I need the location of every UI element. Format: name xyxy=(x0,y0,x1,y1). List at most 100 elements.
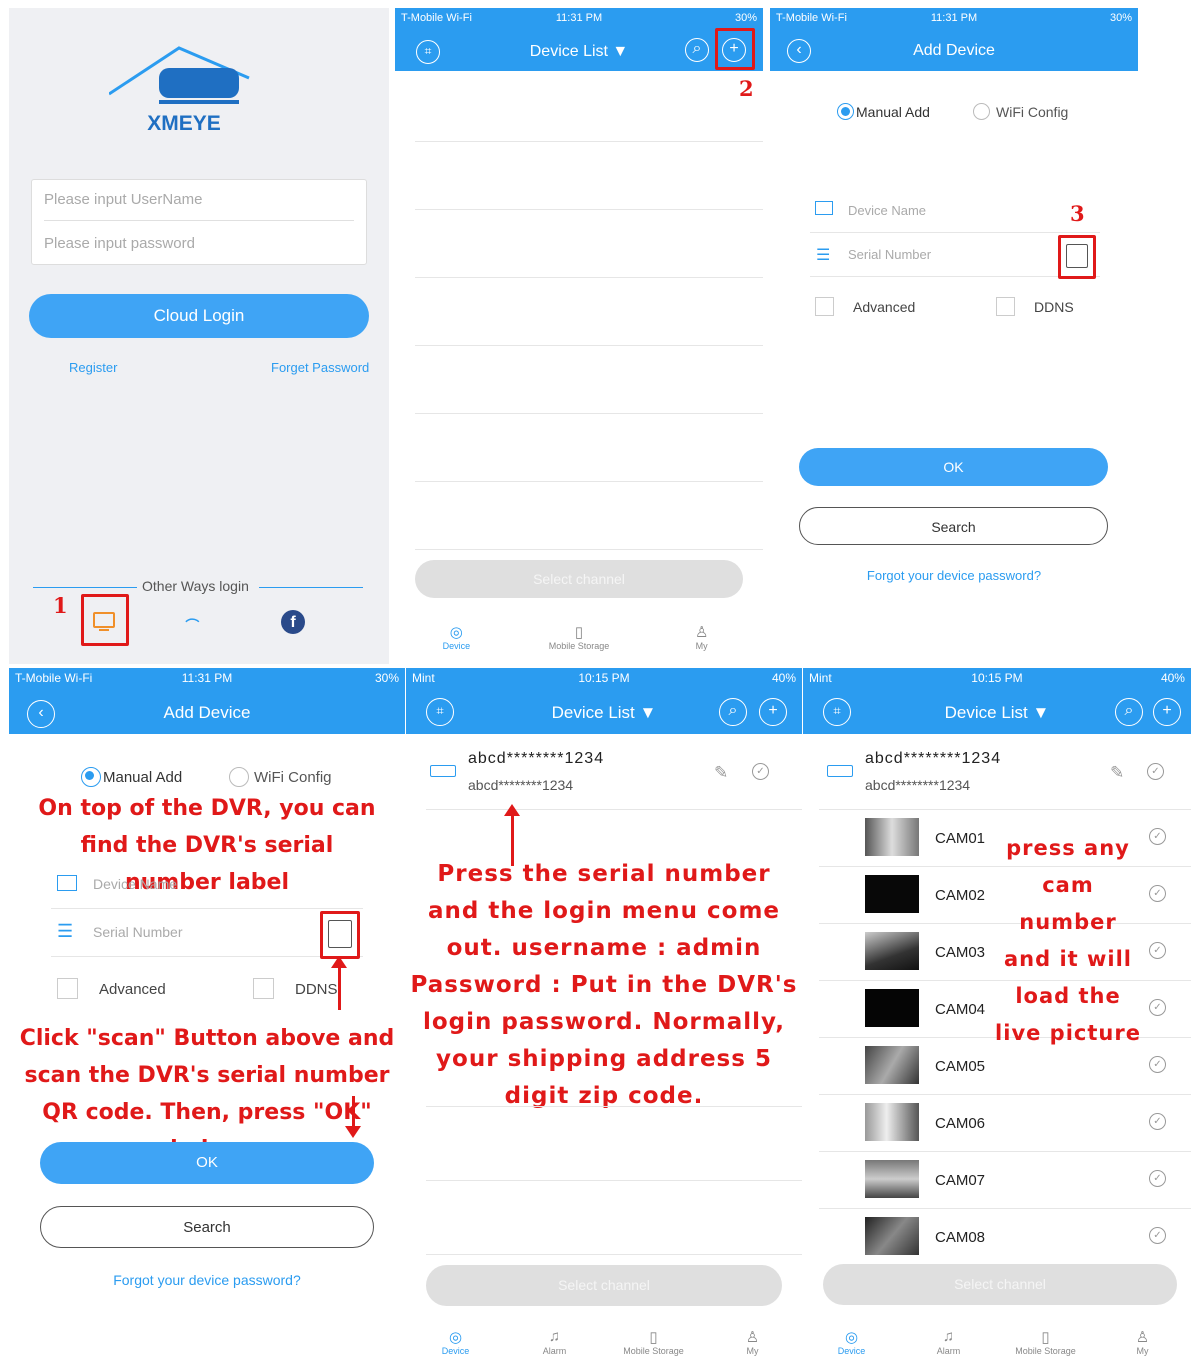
battery: 40% xyxy=(1160,671,1185,685)
advanced-checkbox[interactable] xyxy=(57,978,78,999)
serial-number-input[interactable]: Serial Number xyxy=(93,924,313,954)
camera-check-icon[interactable]: ✓ xyxy=(1149,1113,1166,1130)
row-divider xyxy=(426,1106,802,1107)
device-name-input[interactable]: Device Name xyxy=(93,876,313,906)
camera-check-icon[interactable]: ✓ xyxy=(1149,999,1166,1016)
camera-label[interactable]: CAM06 xyxy=(935,1115,985,1132)
row-divider xyxy=(819,809,1191,810)
wifi-login-icon[interactable]: ◜ xyxy=(176,609,204,638)
bell-icon: ♫ xyxy=(942,1328,955,1345)
device-name-input[interactable]: Device Name xyxy=(848,203,1048,233)
search-button[interactable]: Search xyxy=(799,507,1108,545)
edit-icon[interactable]: ✎ xyxy=(1110,763,1124,783)
ddns-checkbox[interactable] xyxy=(253,978,274,999)
other-ways-label: Other Ways login xyxy=(142,578,249,594)
cloud-login-button[interactable]: Cloud Login xyxy=(29,294,369,338)
add-device-icon[interactable]: + xyxy=(1153,698,1181,726)
camera-label[interactable]: CAM08 xyxy=(935,1229,985,1246)
divider-left xyxy=(33,587,137,588)
search-icon[interactable]: ⌕ xyxy=(685,38,709,62)
step-3-label: 3 xyxy=(1070,201,1085,226)
tab-device[interactable]: ◎ Device xyxy=(406,1328,505,1366)
select-channel-button[interactable]: Select channel xyxy=(823,1264,1177,1305)
tab-mobile-storage[interactable]: ▯ Mobile Storage xyxy=(997,1328,1094,1366)
scan-qr-icon[interactable] xyxy=(328,920,352,948)
select-channel-button[interactable]: Select channel xyxy=(426,1265,782,1306)
ok-button[interactable]: OK xyxy=(799,448,1108,486)
ddns-label: DDNS xyxy=(1034,299,1074,315)
advanced-checkbox[interactable] xyxy=(815,297,834,316)
login-screen: XMEYE Please input UserName Please input… xyxy=(9,8,389,664)
header-bar: T-Mobile Wi-Fi 11:31 PM 30% ‹ Add Device xyxy=(770,8,1138,71)
tab-alarm[interactable]: ♫ Alarm xyxy=(505,1328,604,1366)
battery: 30% xyxy=(374,671,399,685)
tab-device[interactable]: ◎ Device xyxy=(803,1328,900,1366)
search-button[interactable]: Search xyxy=(40,1206,374,1248)
highlight-add-device xyxy=(715,28,755,70)
clock: 11:31 PM xyxy=(555,12,603,24)
facebook-login-icon[interactable]: f xyxy=(281,610,305,634)
camera-check-icon[interactable]: ✓ xyxy=(1149,1170,1166,1187)
status-check-icon: ✓ xyxy=(1147,763,1164,780)
camera-label[interactable]: CAM04 xyxy=(935,1001,985,1018)
status-bar: T-Mobile Wi-Fi 11:31 PM 30% xyxy=(9,668,405,688)
annotation-login-instructions: Press the serial number and the login me… xyxy=(410,861,798,1109)
row-divider xyxy=(415,345,763,346)
tab-mobile-storage[interactable]: ▯ Mobile Storage xyxy=(518,623,641,664)
register-link[interactable]: Register xyxy=(69,360,117,375)
manual-add-radio[interactable] xyxy=(81,767,101,787)
add-device-icon[interactable]: + xyxy=(759,698,787,726)
tab-device[interactable]: ◎ Device xyxy=(395,623,518,664)
username-input[interactable]: Please input UserName xyxy=(44,191,354,221)
forget-password-link[interactable]: Forget Password xyxy=(271,360,369,375)
serial-number-input[interactable]: Serial Number xyxy=(848,247,1048,277)
user-icon: ♙ xyxy=(1135,1329,1150,1346)
camera-label[interactable]: CAM03 xyxy=(935,944,985,961)
device-serial: abcd********1234 xyxy=(468,777,574,793)
field-divider xyxy=(51,908,363,909)
camera-label[interactable]: CAM01 xyxy=(935,830,985,847)
edit-icon[interactable]: ✎ xyxy=(714,763,728,783)
camera-label[interactable]: CAM02 xyxy=(935,887,985,904)
local-login-monitor-icon[interactable] xyxy=(93,612,115,628)
carrier: Mint xyxy=(809,671,832,685)
wifi-config-radio[interactable] xyxy=(229,767,249,787)
password-input[interactable]: Please input password xyxy=(44,235,354,261)
camera-icon: ◎ xyxy=(449,624,463,641)
add-device-annotated-screen: T-Mobile Wi-Fi 11:31 PM 30% ‹ Add Device… xyxy=(9,668,405,1366)
arrow-head xyxy=(504,804,520,816)
device-serial: abcd********1234 xyxy=(865,777,971,793)
camera-check-icon[interactable]: ✓ xyxy=(1149,942,1166,959)
camera-thumbnail xyxy=(865,989,919,1027)
tab-mobile-storage[interactable]: ▯ Mobile Storage xyxy=(604,1328,703,1366)
search-icon[interactable]: ⌕ xyxy=(719,698,747,726)
scan-qr-icon[interactable] xyxy=(1066,244,1088,268)
ok-button[interactable]: OK xyxy=(40,1142,374,1184)
camera-label[interactable]: CAM05 xyxy=(935,1058,985,1075)
camera-check-icon[interactable]: ✓ xyxy=(1149,885,1166,902)
camera-label[interactable]: CAM07 xyxy=(935,1172,985,1189)
camera-check-icon[interactable]: ✓ xyxy=(1149,1056,1166,1073)
device-name[interactable]: abcd********1234 xyxy=(468,750,604,768)
forgot-password-link[interactable]: Forgot your device password? xyxy=(770,568,1138,583)
select-channel-button[interactable]: Select channel xyxy=(415,560,743,598)
forgot-password-link[interactable]: Forgot your device password? xyxy=(9,1272,405,1288)
annotation-live-picture: press any cam number and it will load th… xyxy=(995,836,1141,1045)
device-name[interactable]: abcd********1234 xyxy=(865,750,1001,768)
status-bar: T-Mobile Wi-Fi 11:31 PM 30% xyxy=(395,8,763,28)
camera-check-icon[interactable]: ✓ xyxy=(1149,828,1166,845)
wifi-config-radio[interactable] xyxy=(973,103,990,120)
dvr-icon xyxy=(430,765,456,777)
tab-my[interactable]: ♙ My xyxy=(1094,1328,1191,1366)
tab-my[interactable]: ♙ My xyxy=(703,1328,802,1366)
battery: 40% xyxy=(771,671,796,685)
list-icon: ☰ xyxy=(816,247,831,264)
tab-my[interactable]: ♙ My xyxy=(640,623,763,664)
camera-thumbnail xyxy=(865,932,919,970)
tab-alarm[interactable]: ♫ Alarm xyxy=(900,1328,997,1366)
manual-add-radio[interactable] xyxy=(837,103,854,120)
monitor-icon xyxy=(815,201,833,215)
ddns-checkbox[interactable] xyxy=(996,297,1015,316)
search-icon[interactable]: ⌕ xyxy=(1115,698,1143,726)
camera-check-icon[interactable]: ✓ xyxy=(1149,1227,1166,1244)
